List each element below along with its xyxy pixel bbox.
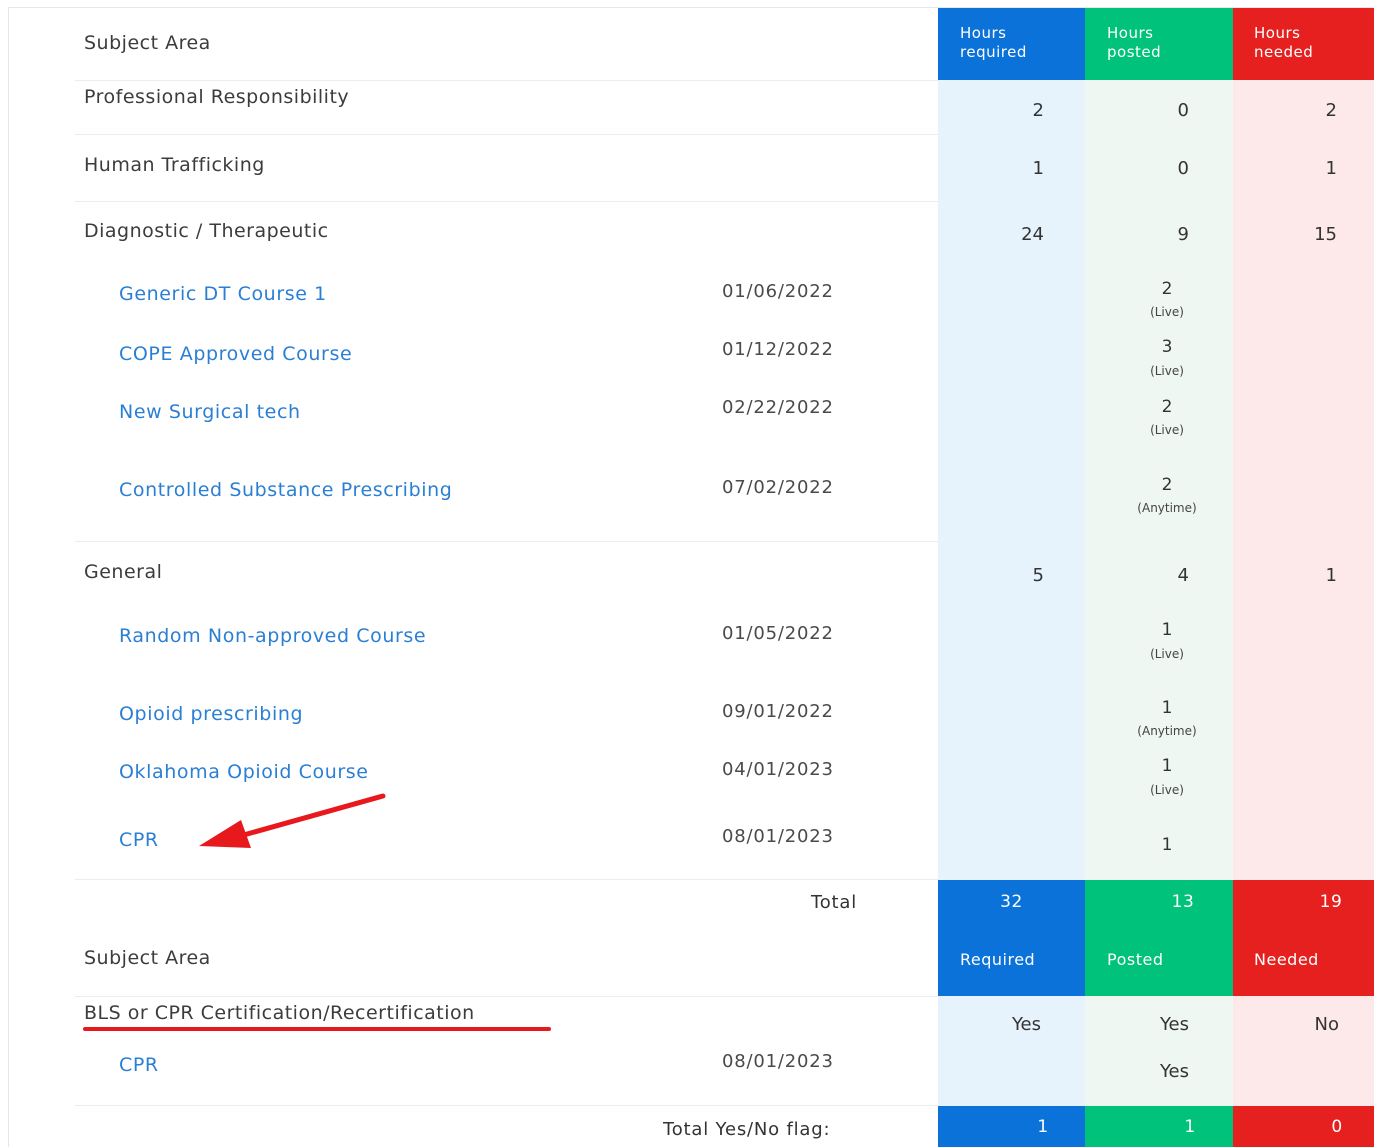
posted-column-bg-2 [1085, 996, 1233, 1106]
needed-column-bg [1233, 80, 1374, 888]
second-header-subject-area: Subject Area [84, 947, 211, 969]
header-subject-area: Subject Area [84, 32, 211, 54]
course-link-controlled-substance-prescribing[interactable]: Controlled Substance Prescribing [119, 479, 452, 501]
course-link-cope-approved-course[interactable]: COPE Approved Course [119, 343, 352, 365]
flag-required-cell: 1 [938, 1106, 1085, 1147]
flag-posted-cell: 1 [1085, 1106, 1233, 1147]
total-needed-cell: 19 Needed [1233, 880, 1374, 996]
annotation-arrow-icon [199, 793, 386, 848]
course-link-random-non-approved-course[interactable]: Random Non-approved Course [119, 625, 426, 647]
course-link-oklahoma-opioid-course[interactable]: Oklahoma Opioid Course [119, 761, 369, 783]
flag-needed-cell: 0 [1233, 1106, 1374, 1147]
course-link-cpr[interactable]: CPR [119, 829, 159, 851]
course-link-opioid-prescribing[interactable]: Opioid prescribing [119, 703, 303, 725]
needed-column-bg-2 [1233, 996, 1374, 1106]
total-posted-cell: 13 Posted [1085, 880, 1233, 996]
required-column-bg-2 [938, 996, 1085, 1106]
course-link-new-surgical-tech[interactable]: New Surgical tech [119, 401, 301, 423]
course-link-generic-dt-course-1[interactable]: Generic DT Course 1 [119, 283, 327, 305]
header-hours-needed: Hours needed [1233, 8, 1374, 80]
annotation-underline [83, 1027, 551, 1031]
header-hours-posted: Hours posted [1085, 8, 1233, 80]
required-column-bg [938, 80, 1085, 888]
total-required-cell: 32 Required [938, 880, 1085, 996]
ce-hours-table: Subject Area Hours required Hours posted H… [8, 7, 1374, 1147]
course-link-cpr-bls[interactable]: CPR [119, 1054, 159, 1076]
header-hours-required: Hours required [938, 8, 1085, 80]
